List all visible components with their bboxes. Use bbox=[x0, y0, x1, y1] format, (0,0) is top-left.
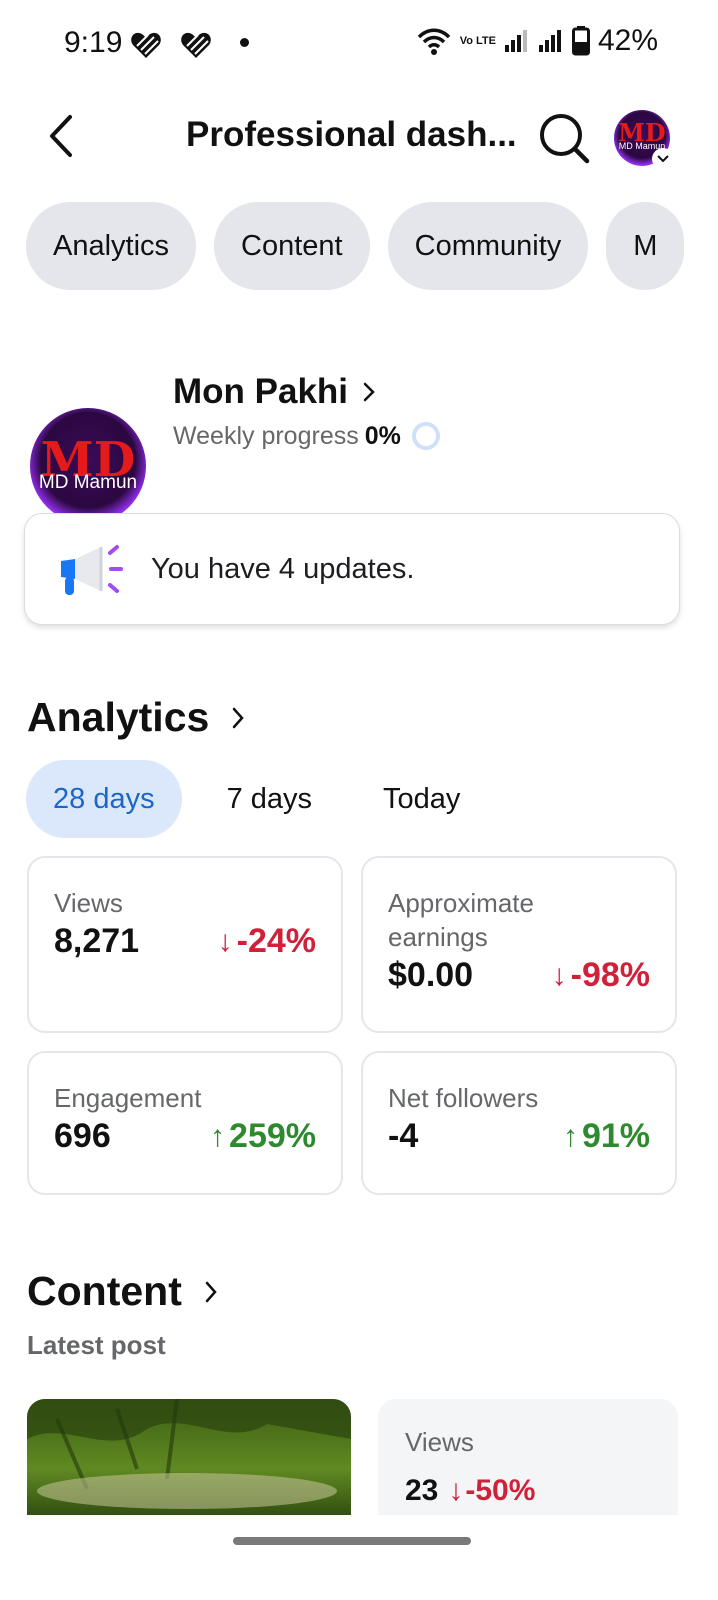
status-icons: Vo LTE 42% bbox=[416, 24, 658, 58]
engagement-change-value: 259% bbox=[229, 1117, 316, 1155]
home-indicator[interactable] bbox=[233, 1537, 471, 1545]
post-views-label: Views bbox=[405, 1427, 474, 1457]
net-followers-change-value: 91% bbox=[581, 1117, 650, 1155]
post-views-change: ↓ -50% bbox=[448, 1474, 535, 1508]
post-views-value: 23 bbox=[405, 1474, 439, 1507]
period-selector: 28 days 7 days Today bbox=[26, 760, 487, 838]
views-change: ↓ -24% bbox=[218, 922, 316, 961]
net-followers-value: -4 bbox=[388, 1117, 419, 1155]
analytics-section-link[interactable]: Analytics bbox=[27, 694, 245, 741]
earnings-change-value: -98% bbox=[570, 956, 650, 994]
back-button[interactable] bbox=[36, 108, 86, 164]
post-views-change-value: -50% bbox=[465, 1474, 536, 1507]
heart-notification-icon bbox=[181, 32, 211, 58]
arrow-up-icon: ↑ bbox=[562, 1119, 578, 1153]
net-followers-label: Net followers bbox=[388, 1083, 539, 1113]
chevron-right-icon bbox=[363, 382, 375, 402]
chevron-right-icon bbox=[233, 707, 244, 728]
weekly-progress-value: 0% bbox=[364, 421, 401, 450]
page-title: Professional dash... bbox=[186, 115, 517, 154]
progress-ring-icon bbox=[411, 422, 440, 450]
chevron-down-icon bbox=[652, 148, 674, 170]
weekly-progress-label: Weekly progress bbox=[173, 421, 359, 450]
dashboard-tabs: Analytics Content Community M bbox=[26, 202, 685, 290]
views-label: Views bbox=[54, 888, 123, 918]
profile-name-link[interactable]: Mon Pakhi bbox=[173, 372, 376, 412]
engagement-card[interactable]: Engagement 696 ↑ 259% bbox=[27, 1051, 343, 1195]
tab-community[interactable]: Community bbox=[387, 202, 589, 290]
battery-icon bbox=[571, 26, 590, 56]
system-navigation-bar bbox=[0, 1515, 718, 1600]
chevron-right-icon bbox=[205, 1281, 217, 1302]
weekly-progress: Weekly progress 0% bbox=[173, 421, 441, 451]
page-avatar[interactable]: MD MD Mamun bbox=[30, 408, 146, 524]
arrow-down-icon: ↓ bbox=[217, 924, 233, 958]
net-followers-change: ↑ 91% bbox=[563, 1117, 650, 1156]
latest-post-label: Latest post bbox=[27, 1330, 166, 1360]
content-section-link[interactable]: Content bbox=[27, 1268, 218, 1315]
tab-more[interactable]: M bbox=[606, 202, 685, 290]
net-followers-card[interactable]: Net followers -4 ↑ 91% bbox=[361, 1051, 677, 1195]
views-card[interactable]: Views 8,271 ↓ -24% bbox=[27, 856, 343, 1033]
notification-dot bbox=[240, 38, 249, 47]
arrow-down-icon: ↓ bbox=[551, 958, 567, 992]
wifi-icon bbox=[417, 28, 450, 55]
signal-icon bbox=[538, 30, 561, 52]
earnings-label: Approximate earnings bbox=[388, 888, 534, 952]
back-arrow-icon bbox=[50, 115, 72, 157]
views-value: 8,271 bbox=[54, 922, 140, 960]
arrow-up-icon: ↑ bbox=[210, 1119, 226, 1153]
profile-switcher-avatar[interactable]: MD MD Mamun bbox=[614, 110, 674, 170]
analytics-heading: Analytics bbox=[27, 694, 210, 740]
volte-indicator: Vo LTE bbox=[459, 34, 496, 47]
heart-notification-icon bbox=[131, 32, 161, 58]
search-button[interactable] bbox=[536, 110, 592, 166]
period-7-days[interactable]: 7 days bbox=[182, 760, 339, 838]
tab-analytics[interactable]: Analytics bbox=[26, 202, 197, 290]
updates-card[interactable]: You have 4 updates. bbox=[24, 513, 680, 625]
views-change-value: -24% bbox=[236, 922, 316, 960]
updates-text: You have 4 updates. bbox=[151, 552, 415, 585]
engagement-value: 696 bbox=[54, 1117, 111, 1155]
avatar-caption: MD Mamun bbox=[38, 472, 138, 493]
engagement-label: Engagement bbox=[54, 1083, 202, 1113]
battery-percent: 42% bbox=[597, 24, 658, 57]
earnings-value: $0.00 bbox=[388, 956, 474, 994]
profile-name: Mon Pakhi bbox=[173, 372, 349, 411]
signal-icon bbox=[504, 30, 527, 52]
tab-content[interactable]: Content bbox=[214, 202, 370, 290]
engagement-change: ↑ 259% bbox=[210, 1117, 316, 1156]
megaphone-icon bbox=[61, 545, 123, 595]
period-28-days[interactable]: 28 days bbox=[26, 760, 182, 838]
content-heading: Content bbox=[27, 1268, 182, 1314]
earnings-card[interactable]: Approximate earnings $0.00 ↓ -98% bbox=[361, 856, 677, 1033]
earnings-change: ↓ -98% bbox=[552, 956, 650, 995]
arrow-down-icon: ↓ bbox=[448, 1474, 464, 1507]
search-icon bbox=[540, 114, 590, 164]
status-time: 9:19 bbox=[64, 26, 123, 59]
period-today[interactable]: Today bbox=[339, 760, 487, 838]
